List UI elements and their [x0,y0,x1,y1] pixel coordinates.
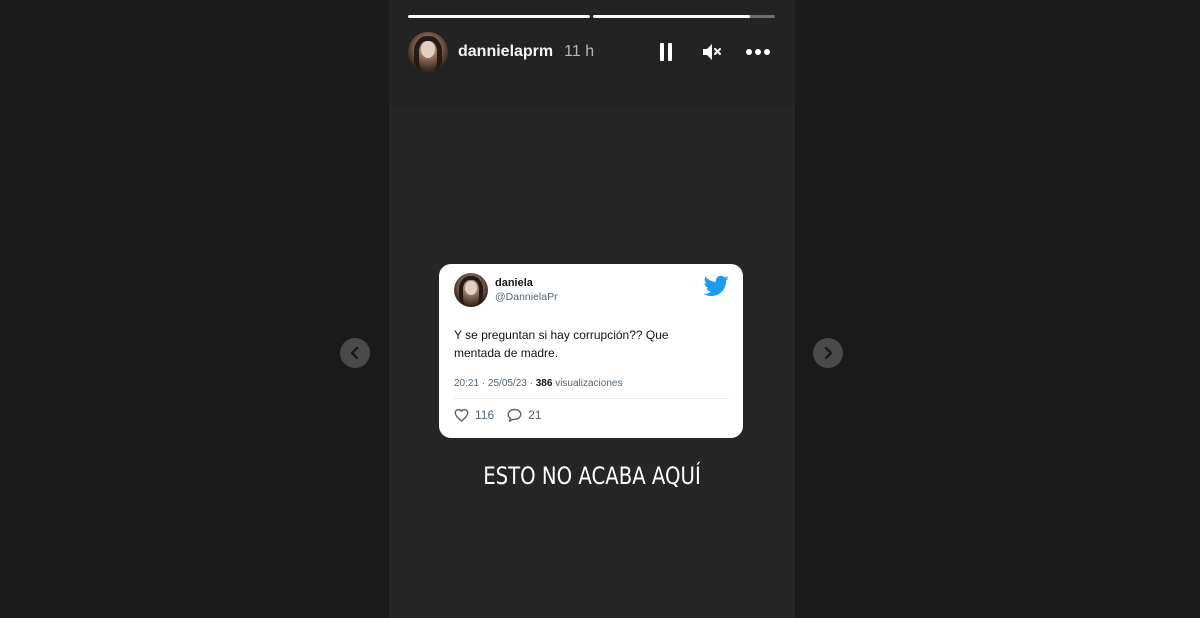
heart-icon [454,408,469,422]
username[interactable]: dannielaprm [458,43,553,61]
ellipsis-icon [746,49,770,55]
tweet-meta: 20:21 · 25/05/23 · 386 visualizaciones [454,378,729,390]
progress-segment [593,15,775,18]
muted-speaker-icon [703,44,721,60]
story-progress-bar [408,15,775,18]
twitter-bird-icon [704,275,729,296]
avatar[interactable] [408,32,448,72]
tweet-stats: 116 21 [454,408,729,422]
reply-count: 21 [528,408,542,422]
tweet-views-label: visualizaciones [552,378,623,389]
progress-segment [408,15,590,18]
tweet-avatar [454,273,488,307]
pause-button[interactable] [653,39,679,65]
tweet-header: daniela @DannielaPr [454,273,729,307]
tweet-screenshot: daniela @DannielaPr Y se preguntan si ha… [439,264,743,438]
chevron-right-icon [824,346,833,360]
tweet-views-count: 386 [535,378,553,389]
mute-button[interactable] [699,39,725,65]
story-viewer: dannielaprm 11 h daniela @DannielaPr Y s… [0,0,1200,618]
like-count: 116 [475,408,495,422]
story-controls [653,39,771,65]
story-caption: ESTO NO ACABA AQUÍ [483,462,701,490]
divider [454,398,729,399]
tweet-author-name: daniela [495,277,533,289]
tweet-text: Y se preguntan si hay corrupción?? Que m… [454,328,669,360]
comment-icon [507,408,522,422]
previous-story-button[interactable] [340,338,370,368]
timestamp: 11 h [564,43,595,60]
more-options-button[interactable] [745,39,771,65]
tweet-timestamp: 20:21 · 25/05/23 · [454,378,536,389]
pause-icon [660,43,672,61]
next-story-button[interactable] [813,338,843,368]
tweet-author-handle: @DannielaPr [495,291,558,303]
story-header: dannielaprm 11 h [408,32,775,72]
chevron-left-icon [350,346,359,360]
